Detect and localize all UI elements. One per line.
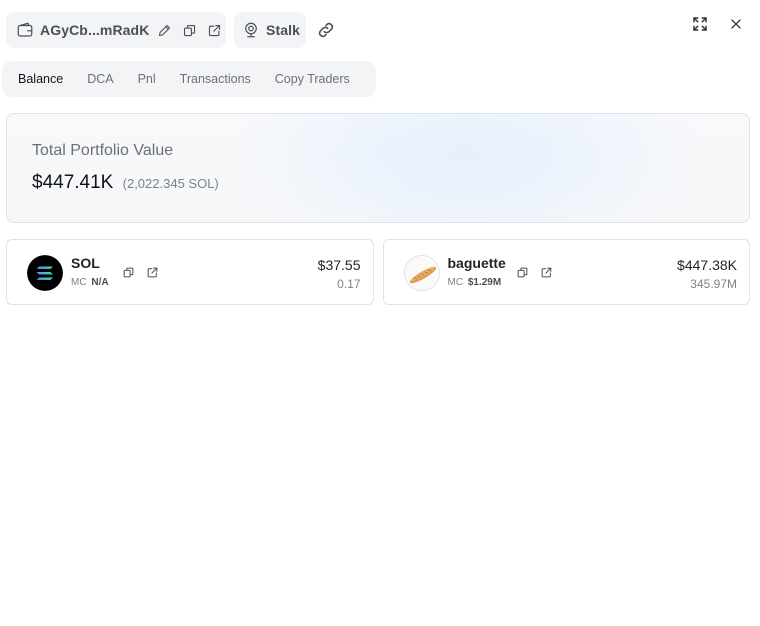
mc-value: $1.29M: [467, 277, 502, 288]
token-market-cap: MC $1.29M: [448, 277, 502, 288]
tab-transactions[interactable]: Transactions: [168, 66, 263, 92]
webcam-icon: [242, 21, 260, 39]
external-link-icon[interactable]: [146, 266, 159, 279]
close-icon[interactable]: [726, 14, 746, 34]
token-card-baguette[interactable]: baguette MC $1.29M $447.38K 345.97M: [382, 239, 750, 305]
token-usd-value: $447.38K: [677, 257, 737, 273]
link-icon[interactable]: [312, 16, 340, 44]
copy-icon[interactable]: [516, 266, 529, 279]
external-link-icon[interactable]: [540, 266, 553, 279]
token-card-sol[interactable]: SOL MC N/A $37.55 0.17: [6, 239, 374, 305]
token-amount: 345.97M: [690, 277, 737, 291]
wallet-icon: [16, 21, 34, 39]
token-name: baguette: [447, 255, 506, 271]
mc-value: N/A: [91, 277, 109, 288]
stalk-button[interactable]: Stalk: [234, 12, 306, 48]
pencil-icon[interactable]: [157, 23, 172, 38]
portfolio-label: Total Portfolio Value: [32, 142, 174, 159]
portfolio-value: $447.41K: [32, 172, 114, 193]
portfolio-sol-value: (2,022.345 SOL): [122, 176, 219, 191]
copy-icon[interactable]: [182, 23, 197, 38]
header-bar: AGyCb...mRadK Stalk: [6, 11, 340, 49]
tab-balance[interactable]: Balance: [6, 66, 75, 92]
token-market-cap: MC N/A: [71, 277, 109, 288]
tab-copy-traders[interactable]: Copy Traders: [263, 66, 362, 92]
token-amount: 0.17: [337, 277, 361, 291]
external-link-icon[interactable]: [207, 23, 222, 38]
window-controls: [690, 14, 746, 34]
sol-logo-icon: [27, 255, 63, 291]
portfolio-value-row: $447.41K (2,022.345 SOL): [32, 172, 219, 194]
baguette-logo-icon: [403, 255, 440, 291]
expand-icon[interactable]: [690, 14, 710, 34]
mc-label: MC: [447, 277, 464, 288]
stalk-label: Stalk: [266, 22, 300, 38]
portfolio-card: Total Portfolio Value $447.41K (2,022.34…: [6, 113, 750, 223]
copy-icon[interactable]: [122, 266, 135, 279]
mc-label: MC: [71, 277, 87, 288]
tab-bar: Balance DCA Pnl Transactions Copy Trader…: [2, 61, 376, 97]
token-usd-value: $37.55: [317, 257, 361, 273]
tab-dca[interactable]: DCA: [75, 66, 125, 92]
tab-pnl[interactable]: Pnl: [126, 66, 168, 92]
token-list: SOL MC N/A $37.55 0.17 baguette MC $1.29…: [6, 239, 750, 305]
wallet-address[interactable]: AGyCb...mRadK: [40, 22, 149, 38]
wallet-pill: AGyCb...mRadK: [6, 12, 226, 48]
token-name: SOL: [71, 255, 100, 271]
